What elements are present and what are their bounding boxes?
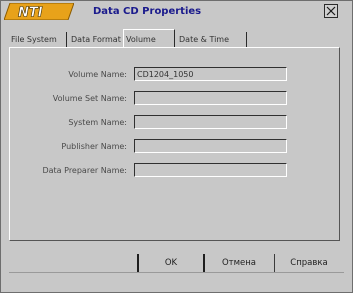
- separator: [274, 254, 275, 272]
- system-name-label: System Name:: [68, 118, 127, 127]
- help-button[interactable]: Справка: [277, 254, 341, 272]
- logo-text: NTI: [18, 6, 43, 21]
- volume-set-name-input[interactable]: [134, 91, 287, 105]
- dialog-window: NTI Data CD Properties File System Data …: [0, 0, 353, 293]
- separator: [137, 254, 139, 272]
- system-name-input[interactable]: [134, 115, 287, 129]
- button-bar: OK Отмена Справка: [1, 251, 352, 281]
- nti-logo: NTI: [4, 3, 74, 20]
- data-preparer-name-input[interactable]: [134, 163, 287, 177]
- title-bar[interactable]: NTI Data CD Properties: [1, 1, 352, 23]
- tab-volume[interactable]: Volume: [123, 29, 175, 47]
- publisher-name-input[interactable]: [134, 139, 287, 153]
- button-bar-underline: [9, 272, 344, 273]
- tab-file-system[interactable]: File System: [9, 32, 67, 47]
- tab-data-format[interactable]: Data Format: [69, 32, 127, 47]
- ok-button[interactable]: OK: [141, 254, 201, 272]
- publisher-name-label: Publisher Name:: [61, 142, 127, 151]
- volume-panel: Volume Name: CD1204_1050 Volume Set Name…: [9, 47, 340, 241]
- volume-name-label: Volume Name:: [68, 70, 127, 79]
- window-title: Data CD Properties: [93, 6, 202, 17]
- data-preparer-name-label: Data Preparer Name:: [42, 166, 127, 175]
- volume-name-input[interactable]: CD1204_1050: [134, 67, 287, 81]
- volume-set-name-label: Volume Set Name:: [52, 94, 127, 103]
- close-icon: [326, 6, 336, 16]
- tab-date-time[interactable]: Date & Time: [177, 32, 247, 47]
- close-button[interactable]: [324, 4, 338, 18]
- separator: [203, 254, 205, 272]
- cancel-button[interactable]: Отмена: [207, 254, 271, 272]
